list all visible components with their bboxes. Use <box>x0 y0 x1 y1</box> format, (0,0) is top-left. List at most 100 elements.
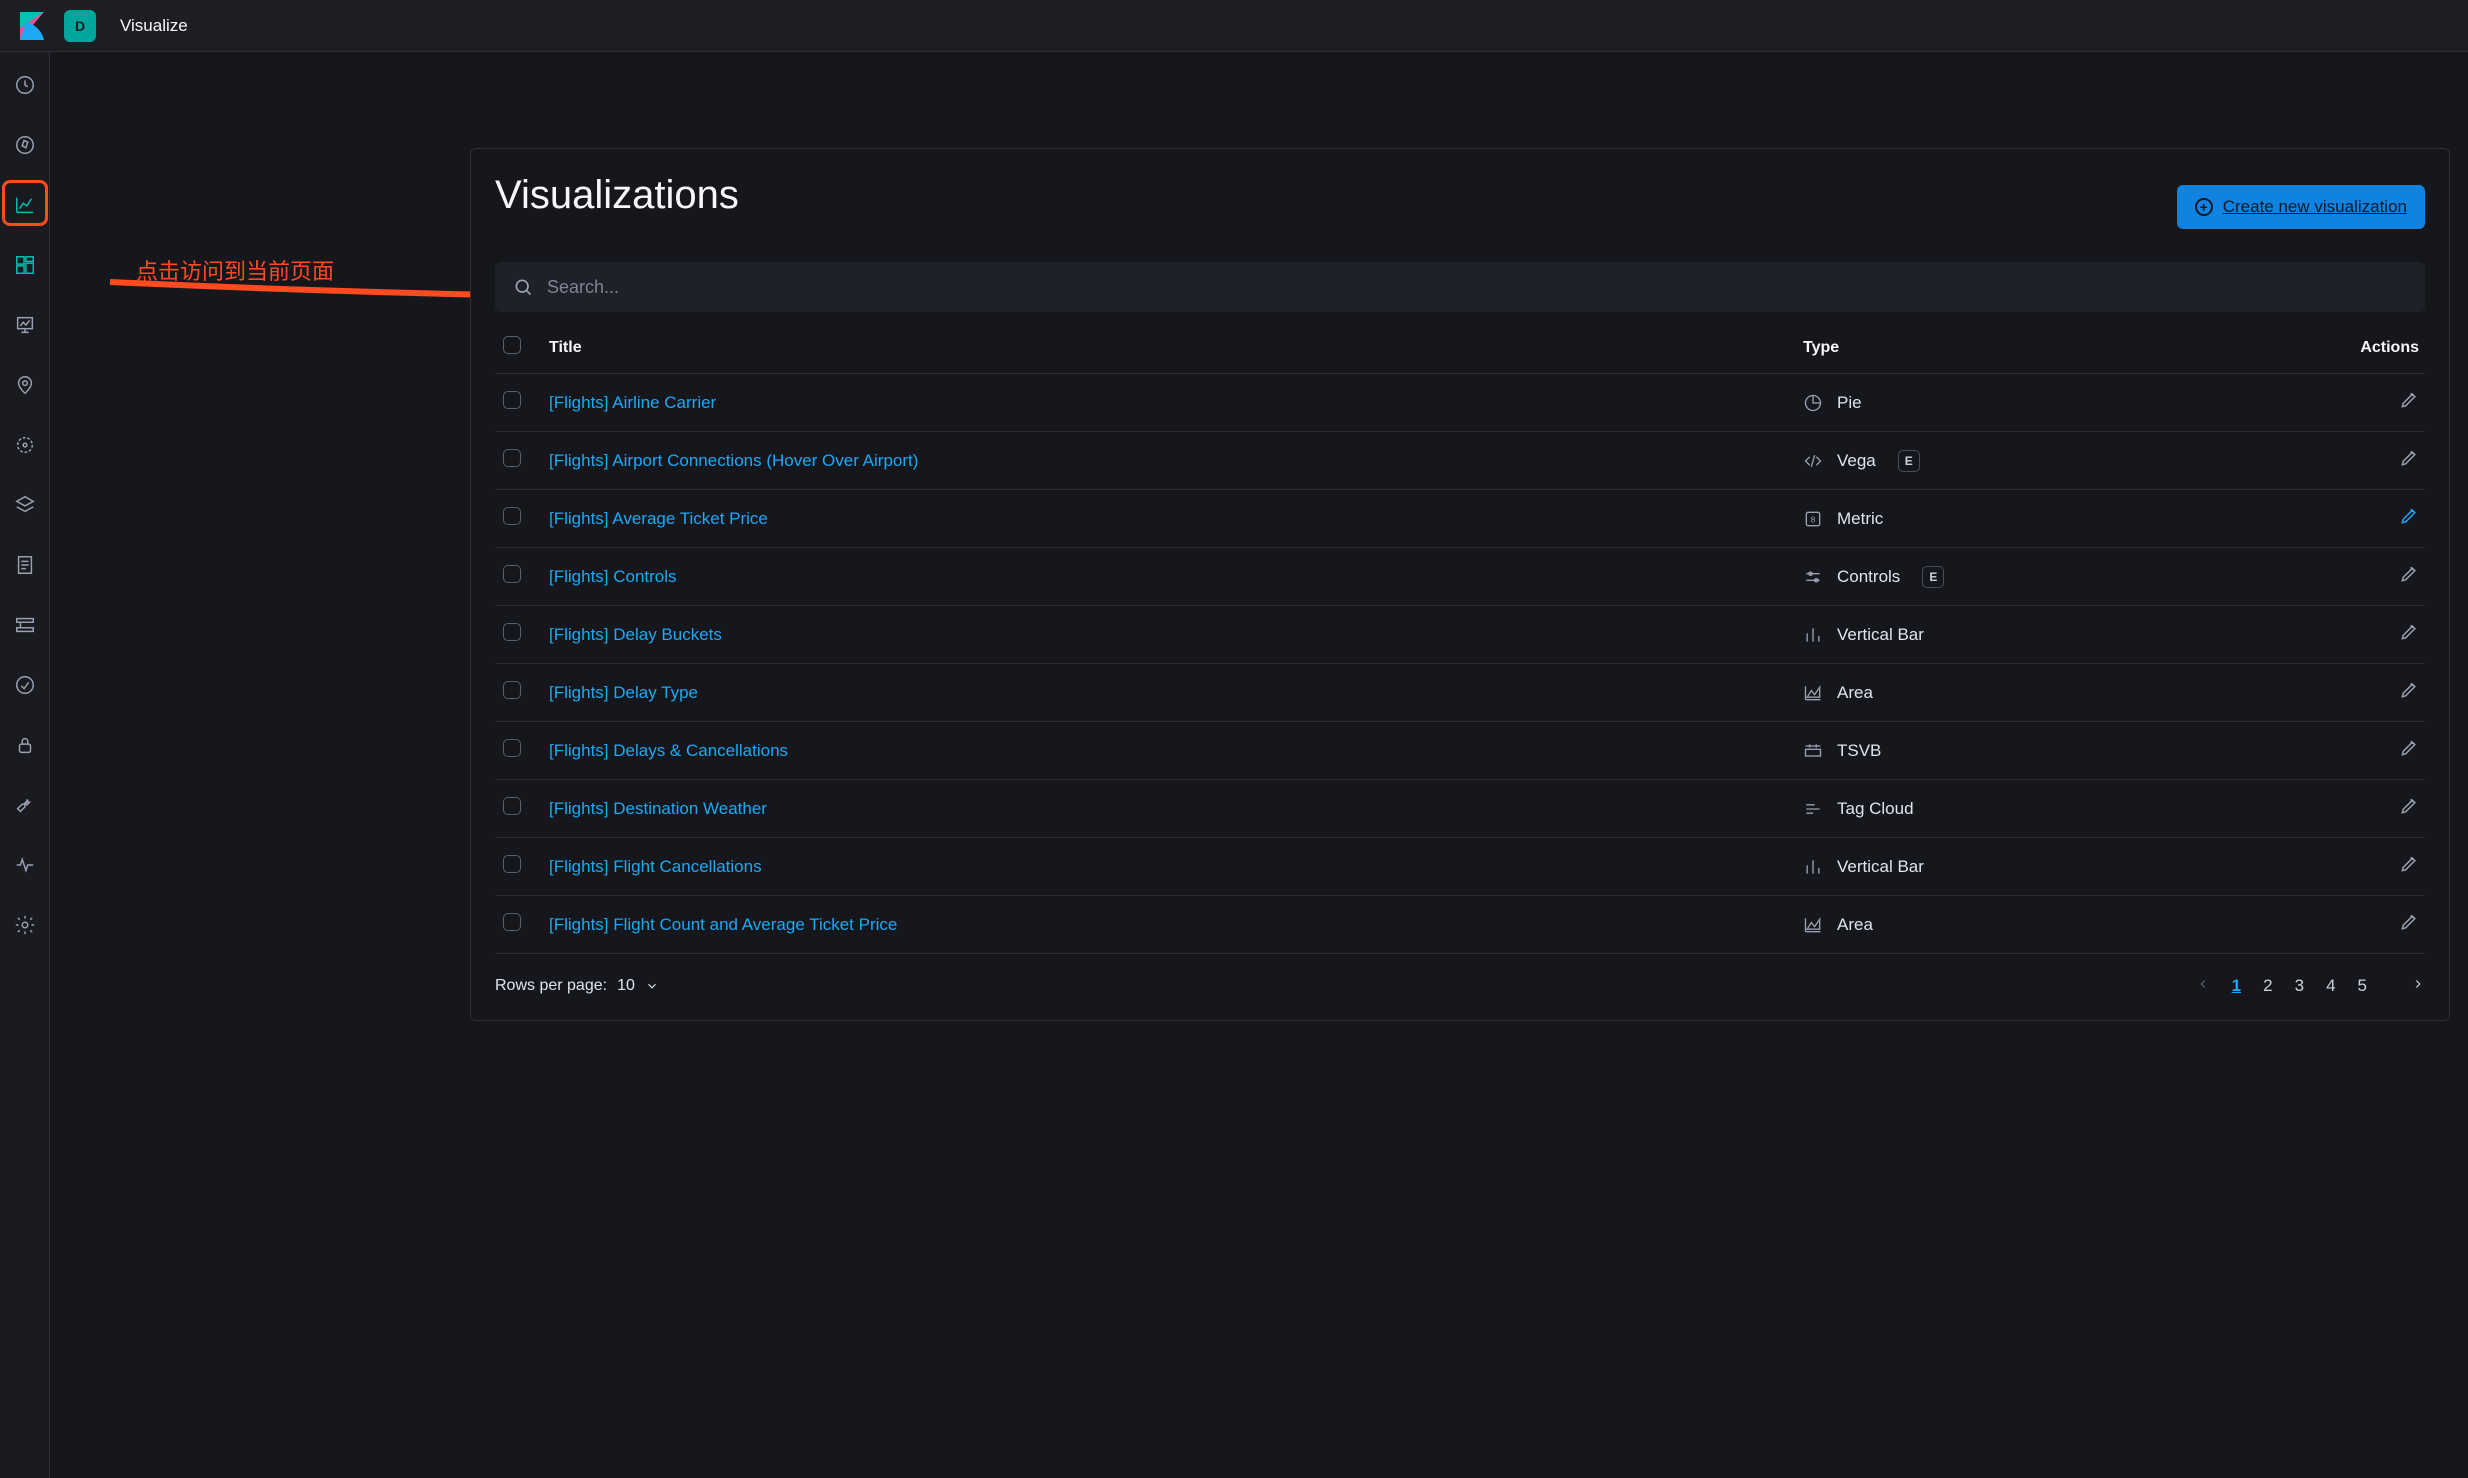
siem-icon[interactable] <box>14 734 36 756</box>
page-next[interactable] <box>2411 976 2425 996</box>
row-checkbox[interactable] <box>503 913 521 931</box>
row-checkbox[interactable] <box>503 797 521 815</box>
visualization-link[interactable]: [Flights] Flight Count and Average Ticke… <box>549 915 897 934</box>
space-avatar[interactable]: D <box>64 10 96 42</box>
space-letter: D <box>75 18 85 34</box>
rows-per-page-select[interactable]: Rows per page: 10 <box>495 977 659 995</box>
page-number[interactable]: 4 <box>2326 976 2335 995</box>
vbar-icon <box>1803 857 1823 877</box>
recent-icon[interactable] <box>14 74 36 96</box>
edit-icon[interactable] <box>2399 680 2419 700</box>
management-icon[interactable] <box>14 914 36 936</box>
table-row: [Flights] Destination Weather Tag Cloud <box>495 780 2425 838</box>
code-icon <box>1803 451 1823 471</box>
table-row: [Flights] Delay Buckets Vertical Bar <box>495 606 2425 664</box>
type-label: Tag Cloud <box>1837 799 1914 819</box>
experimental-badge: E <box>1922 566 1944 588</box>
experimental-badge: E <box>1898 450 1920 472</box>
type-label: TSVB <box>1837 741 1881 761</box>
main-area: 点击访问到当前页面 点击创建 Visualizations Create new… <box>50 52 2468 1478</box>
row-checkbox[interactable] <box>503 449 521 467</box>
type-label: Vega <box>1837 451 1876 471</box>
top-bar: D Visualize <box>0 0 2468 52</box>
content-panel: Visualizations Create new visualization … <box>470 148 2450 1021</box>
visualization-link[interactable]: [Flights] Average Ticket Price <box>549 509 768 528</box>
page-number[interactable]: 2 <box>2263 976 2272 995</box>
visualization-link[interactable]: [Flights] Airport Connections (Hover Ove… <box>549 451 918 470</box>
chevron-down-icon <box>645 979 659 993</box>
edit-icon[interactable] <box>2399 912 2419 932</box>
page-number[interactable]: 1 <box>2232 976 2241 995</box>
edit-icon[interactable] <box>2399 854 2419 874</box>
row-checkbox[interactable] <box>503 623 521 641</box>
area-icon <box>1803 683 1823 703</box>
col-title[interactable]: Title <box>541 322 1795 374</box>
table-row: [Flights] Delays & Cancellations TSVB <box>495 722 2425 780</box>
type-label: Vertical Bar <box>1837 625 1924 645</box>
discover-icon[interactable] <box>14 134 36 156</box>
rows-per-page-label: Rows per page: <box>495 977 607 995</box>
visualization-link[interactable]: [Flights] Delay Type <box>549 683 698 702</box>
visualization-link[interactable]: [Flights] Flight Cancellations <box>549 857 762 876</box>
plus-circle-icon <box>2195 198 2213 216</box>
edit-icon[interactable] <box>2399 506 2419 526</box>
edit-icon[interactable] <box>2399 448 2419 468</box>
pie-icon <box>1803 393 1823 413</box>
type-label: Area <box>1837 915 1873 935</box>
visualization-link[interactable]: [Flights] Delays & Cancellations <box>549 741 788 760</box>
table-row: [Flights] Controls Controls E <box>495 548 2425 606</box>
type-label: Area <box>1837 683 1873 703</box>
dev-tools-icon[interactable] <box>14 794 36 816</box>
visualization-link[interactable]: [Flights] Destination Weather <box>549 799 767 818</box>
nav-rail <box>0 52 50 1478</box>
page-number[interactable]: 3 <box>2295 976 2304 995</box>
table-row: [Flights] Airline Carrier Pie <box>495 374 2425 432</box>
visualizations-table: Title Type Actions [Flights] Airline Car… <box>495 322 2425 954</box>
visualization-link[interactable]: [Flights] Airline Carrier <box>549 393 716 412</box>
rows-per-page-value: 10 <box>617 977 635 995</box>
row-checkbox[interactable] <box>503 681 521 699</box>
visualization-link[interactable]: [Flights] Controls <box>549 567 677 586</box>
type-label: Vertical Bar <box>1837 857 1924 877</box>
type-label: Metric <box>1837 509 1883 529</box>
tsvb-icon <box>1803 741 1823 761</box>
ml-icon[interactable] <box>14 434 36 456</box>
vbar-icon <box>1803 625 1823 645</box>
monitoring-icon[interactable] <box>14 854 36 876</box>
dashboard-icon[interactable] <box>14 254 36 276</box>
edit-icon[interactable] <box>2399 564 2419 584</box>
kibana-logo[interactable] <box>16 10 48 42</box>
infra-icon[interactable] <box>14 494 36 516</box>
breadcrumb[interactable]: Visualize <box>120 16 188 36</box>
edit-icon[interactable] <box>2399 622 2419 642</box>
table-row: [Flights] Flight Count and Average Ticke… <box>495 896 2425 954</box>
svg-text:8: 8 <box>1811 514 1816 524</box>
tagcloud-icon <box>1803 799 1823 819</box>
search-bar[interactable] <box>495 262 2425 312</box>
visualization-link[interactable]: [Flights] Delay Buckets <box>549 625 722 644</box>
canvas-icon[interactable] <box>14 314 36 336</box>
logs-icon[interactable] <box>14 554 36 576</box>
edit-icon[interactable] <box>2399 390 2419 410</box>
row-checkbox[interactable] <box>503 739 521 757</box>
table-row: [Flights] Flight Cancellations Vertical … <box>495 838 2425 896</box>
row-checkbox[interactable] <box>503 507 521 525</box>
edit-icon[interactable] <box>2399 738 2419 758</box>
page-prev[interactable] <box>2196 976 2210 996</box>
col-type[interactable]: Type <box>1795 322 2315 374</box>
annotation-left: 点击访问到当前页面 <box>136 254 334 286</box>
search-input[interactable] <box>547 277 2407 298</box>
edit-icon[interactable] <box>2399 796 2419 816</box>
create-visualization-button[interactable]: Create new visualization <box>2177 185 2425 229</box>
row-checkbox[interactable] <box>503 391 521 409</box>
apm-icon[interactable] <box>14 614 36 636</box>
row-checkbox[interactable] <box>503 855 521 873</box>
page-number[interactable]: 5 <box>2358 976 2367 995</box>
visualize-icon[interactable] <box>14 194 36 216</box>
row-checkbox[interactable] <box>503 565 521 583</box>
uptime-icon[interactable] <box>14 674 36 696</box>
select-all-checkbox[interactable] <box>503 336 521 354</box>
maps-icon[interactable] <box>14 374 36 396</box>
type-label: Controls <box>1837 567 1900 587</box>
table-row: [Flights] Airport Connections (Hover Ove… <box>495 432 2425 490</box>
